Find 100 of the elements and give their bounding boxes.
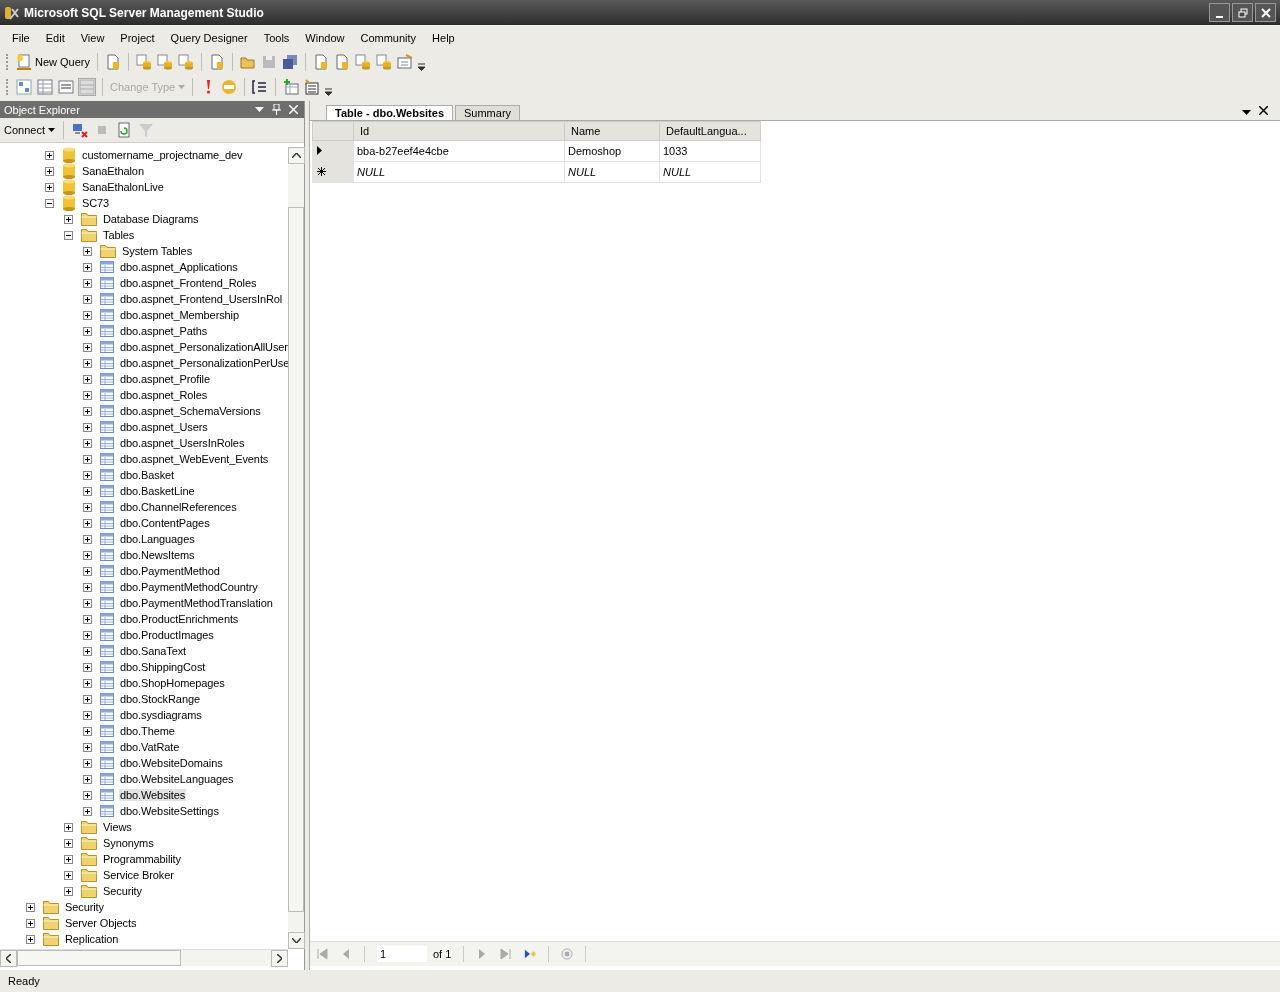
expand-icon[interactable] [83, 566, 92, 576]
tree-item[interactable]: dbo.aspnet_Roles [119, 389, 209, 401]
overflow-icon[interactable] [325, 88, 333, 96]
database-icon[interactable] [355, 53, 372, 70]
tree-item[interactable]: dbo.aspnet_Users [119, 421, 209, 433]
expand-icon[interactable] [83, 662, 92, 672]
tree-item[interactable]: Security [102, 885, 143, 897]
tree-item[interactable]: Replication [64, 933, 120, 945]
expand-icon[interactable] [83, 758, 92, 768]
sql-pane-icon[interactable] [58, 78, 74, 95]
menu-item[interactable]: View [72, 32, 113, 44]
tree-item[interactable]: dbo.NewsItems [119, 549, 196, 561]
expand-icon[interactable] [83, 726, 92, 736]
minimize-button[interactable] [1209, 3, 1230, 22]
tree-item[interactable]: dbo.aspnet_UsersInRoles [119, 437, 246, 449]
expand-icon[interactable] [83, 326, 92, 336]
scroll-down-icon[interactable] [292, 938, 301, 943]
tree-item[interactable]: dbo.ShopHomepages [119, 677, 226, 689]
overflow-icon[interactable] [418, 63, 426, 71]
column-header[interactable]: Name [564, 121, 660, 141]
collapse-icon[interactable] [64, 230, 73, 240]
tree-item[interactable]: dbo.aspnet_Frontend_UsersInRol [119, 293, 284, 305]
tree-item[interactable]: dbo.aspnet_Frontend_Roles [119, 277, 258, 289]
vertical-scrollbar[interactable] [288, 147, 304, 949]
expand-icon[interactable] [83, 358, 92, 368]
expand-icon[interactable] [83, 406, 92, 416]
expand-icon[interactable] [83, 278, 92, 288]
expand-icon[interactable] [64, 854, 73, 864]
tree-item[interactable]: SanaEthalonLive [81, 181, 165, 193]
tree-item[interactable]: dbo.aspnet_PersonalizationPerUse [119, 357, 291, 369]
tree-item[interactable]: dbo.PaymentMethod [119, 565, 221, 577]
expand-icon[interactable] [83, 438, 92, 448]
tree-item[interactable]: Database Diagrams [102, 213, 200, 225]
tree-item[interactable]: dbo.SanaText [119, 645, 188, 657]
scroll-left-icon[interactable] [6, 954, 11, 963]
expand-icon[interactable] [83, 678, 92, 688]
tree-item[interactable]: dbo.PaymentMethodTranslation [119, 597, 274, 609]
tree-item[interactable]: dbo.aspnet_WebEvent_Events [119, 453, 270, 465]
expand-icon[interactable] [83, 710, 92, 720]
tree-item[interactable]: Server Objects [64, 917, 138, 929]
expand-icon[interactable] [45, 182, 54, 192]
expand-icon[interactable] [83, 246, 92, 256]
tree-item[interactable]: dbo.ContentPages [119, 517, 211, 529]
tree-item[interactable]: dbo.PaymentMethodCountry [119, 581, 259, 593]
expand-icon[interactable] [83, 790, 92, 800]
tree-item[interactable]: Security [64, 901, 105, 913]
database-icon[interactable] [157, 53, 174, 70]
tree-item[interactable]: dbo.aspnet_Membership [119, 309, 240, 321]
tree-item[interactable]: dbo.aspnet_Paths [119, 325, 209, 337]
expand-icon[interactable] [64, 886, 73, 896]
scroll-right-icon[interactable] [277, 954, 282, 963]
menu-item[interactable]: Window [297, 32, 353, 44]
expand-icon[interactable] [83, 550, 92, 560]
add-table-icon[interactable] [283, 78, 300, 95]
document-tab[interactable]: Table - dbo.Websites [326, 105, 453, 120]
tree-item[interactable]: Tables [102, 229, 136, 241]
tree-item[interactable]: System Tables [121, 245, 194, 257]
expand-icon[interactable] [83, 470, 92, 480]
tree-item[interactable]: customername_projectname_dev [81, 149, 244, 161]
menu-item[interactable]: Query Designer [162, 32, 256, 44]
expand-icon[interactable] [83, 294, 92, 304]
expand-icon[interactable] [83, 502, 92, 512]
tree-item[interactable]: dbo.ChannelReferences [119, 501, 238, 513]
expand-icon[interactable] [64, 214, 73, 224]
tree-item[interactable]: dbo.Websites [119, 789, 187, 801]
tree-item[interactable]: dbo.WebsiteDomains [119, 757, 224, 769]
tree-item[interactable]: dbo.BasketLine [119, 485, 196, 497]
tree-item[interactable]: dbo.sysdiagrams [119, 709, 203, 721]
pin-icon[interactable] [272, 104, 281, 115]
database-icon[interactable] [178, 53, 195, 70]
tree-item[interactable]: SanaEthalon [81, 165, 145, 177]
expand-icon[interactable] [64, 870, 73, 880]
database-icon[interactable] [136, 53, 153, 70]
tree-item[interactable]: dbo.ProductEnrichments [119, 613, 240, 625]
database-icon[interactable] [376, 53, 393, 70]
tree-item[interactable]: dbo.Basket [119, 469, 176, 481]
tree-item[interactable]: dbo.Theme [119, 725, 176, 737]
expand-icon[interactable] [83, 390, 92, 400]
menu-item[interactable]: Community [352, 32, 425, 44]
list-icon[interactable] [252, 78, 269, 95]
menu-item[interactable]: File [4, 32, 38, 44]
close-button[interactable] [1255, 3, 1276, 22]
expand-icon[interactable] [83, 742, 92, 752]
expand-icon[interactable] [83, 598, 92, 608]
tree-item[interactable]: dbo.ProductImages [119, 629, 215, 641]
tree-item[interactable]: dbo.WebsiteSettings [119, 805, 220, 817]
collapse-icon[interactable] [45, 198, 54, 208]
disconnect-icon[interactable] [72, 122, 88, 138]
expand-icon[interactable] [83, 534, 92, 544]
document-tab[interactable]: Summary [455, 105, 521, 120]
tree-item[interactable]: dbo.VatRate [119, 741, 181, 753]
dropdown-icon[interactable] [1242, 110, 1251, 115]
tree-item[interactable]: SC73 [81, 197, 111, 209]
tree-item[interactable]: dbo.aspnet_Applications [119, 261, 239, 273]
connect-dropdown[interactable]: Connect [4, 124, 55, 136]
new-record-icon[interactable] [524, 948, 537, 960]
floppy-stack-icon[interactable] [282, 53, 299, 70]
restore-button[interactable] [1232, 3, 1253, 22]
expand-icon[interactable] [83, 518, 92, 528]
tree-item[interactable]: Service Broker [102, 869, 175, 881]
